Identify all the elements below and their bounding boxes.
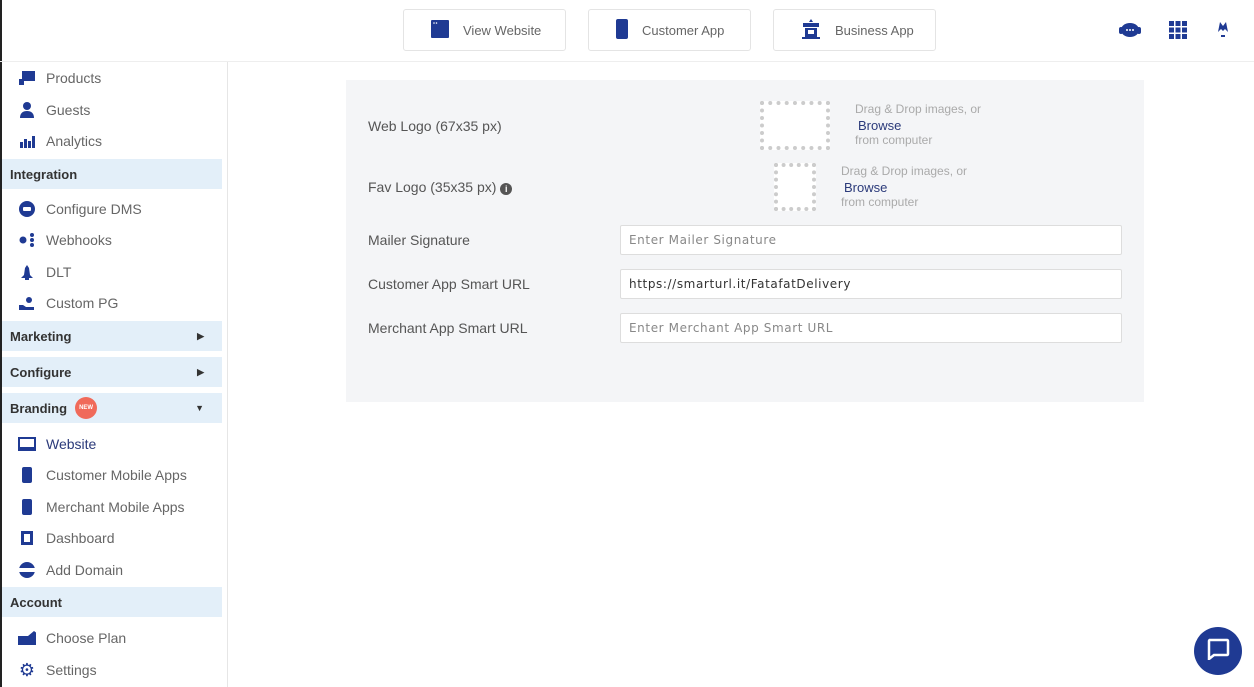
sidebar-section-branding[interactable]: Branding NEW ▼ [2, 393, 222, 423]
sidebar-item-analytics[interactable]: Analytics [2, 126, 222, 156]
globe-www-icon [18, 562, 36, 578]
sidebar-item-merchant-mobile-apps[interactable]: Merchant Mobile Apps [2, 492, 222, 522]
bell-icon [18, 264, 36, 280]
web-logo-browse-link[interactable]: Browse [855, 118, 981, 134]
sidebar-item-dlt[interactable]: DLT [2, 257, 222, 287]
sidebar-item-webhooks[interactable]: Webhooks [2, 225, 222, 255]
products-icon [18, 70, 36, 86]
from-computer-text: from computer [841, 195, 919, 209]
sidebar-item-label: Add Domain [46, 562, 124, 578]
new-badge: NEW [75, 397, 98, 419]
web-logo-upload-text: Drag & Drop images, or Browse from compute… [855, 102, 981, 149]
sidebar: Products Guests Analytics Integration Co… [2, 62, 228, 687]
sidebar-item-customer-mobile-apps[interactable]: Customer Mobile Apps [2, 460, 222, 490]
sidebar-item-label: Webhooks [46, 232, 112, 248]
sidebar-item-label: Customer Mobile Apps [46, 467, 187, 483]
merchant-app-smart-url-input[interactable] [620, 313, 1122, 343]
drop-text: Drag & Drop images, or [855, 102, 982, 116]
branding-form-panel: Web Logo (67x35 px) Drag & Drop images, … [346, 80, 1144, 402]
sidebar-item-label: Custom PG [46, 295, 119, 311]
web-logo-dropzone[interactable] [760, 101, 830, 150]
section-label: Marketing [10, 328, 72, 344]
sidebar-item-label: Analytics [46, 133, 103, 149]
sidebar-item-label: Merchant Mobile Apps [46, 499, 185, 515]
business-app-label: Business App [835, 22, 914, 38]
section-label: Account [10, 594, 62, 610]
sidebar-item-products[interactable]: Products [2, 63, 222, 93]
bar-chart-icon [18, 133, 36, 149]
fav-logo-label: Fav Logo (35x35 px) i [368, 179, 513, 195]
sidebar-item-settings[interactable]: ⚙ Settings [2, 655, 222, 685]
sidebar-item-custom-pg[interactable]: Custom PG [2, 288, 222, 318]
payment-hand-icon [18, 295, 36, 311]
mailer-signature-label: Mailer Signature [368, 232, 470, 248]
fav-logo-text: Fav Logo (35x35 px) [368, 179, 497, 195]
user-icon [18, 102, 36, 118]
sidebar-item-label: Website [46, 436, 97, 452]
dashboard-icon [18, 530, 36, 546]
section-label: Integration [10, 166, 78, 182]
fav-logo-dropzone[interactable] [774, 163, 816, 211]
sidebar-item-add-domain[interactable]: Add Domain [2, 555, 222, 585]
caret-right-icon: ▶ [197, 366, 204, 377]
sidebar-item-dashboard[interactable]: Dashboard [2, 523, 222, 553]
sidebar-item-choose-plan[interactable]: Choose Plan [2, 623, 222, 653]
sidebar-item-website[interactable]: Website [2, 429, 222, 459]
sidebar-item-label: Products [46, 70, 102, 86]
sidebar-item-configure-dms[interactable]: Configure DMS [2, 194, 222, 224]
view-website-button[interactable]: View Website [403, 9, 566, 51]
browser-window-icon [431, 19, 449, 41]
fav-logo-browse-link[interactable]: Browse [841, 180, 967, 196]
customer-app-button[interactable]: Customer App [588, 9, 751, 51]
business-app-button[interactable]: Business App [773, 9, 936, 51]
sidebar-section-account[interactable]: Account [2, 587, 222, 617]
customer-app-label: Customer App [642, 22, 725, 38]
mobile-phone-icon [18, 499, 36, 515]
sidebar-item-label: Settings [46, 662, 97, 678]
plan-icon [18, 630, 36, 646]
sidebar-section-integration[interactable]: Integration [2, 159, 222, 189]
mobile-phone-icon [616, 18, 628, 42]
merchant-app-smart-url-label: Merchant App Smart URL [368, 320, 528, 336]
section-label: Branding [10, 400, 68, 416]
sidebar-item-label: Dashboard [46, 530, 115, 546]
caret-right-icon: ▶ [197, 330, 204, 341]
sidebar-item-label: Configure DMS [46, 201, 142, 217]
chat-widget-button[interactable] [1194, 627, 1242, 675]
drop-text: Drag & Drop images, or [841, 164, 968, 178]
chat-bubble-icon [1206, 638, 1230, 665]
monitor-icon [18, 436, 36, 452]
apps-grid-icon[interactable] [1167, 19, 1189, 41]
gear-icon: ⚙ [18, 659, 36, 680]
storefront-icon [801, 18, 821, 42]
web-logo-label: Web Logo (67x35 px) [368, 118, 502, 134]
webhooks-icon [18, 232, 36, 248]
sidebar-item-label: Choose Plan [46, 630, 127, 646]
sidebar-section-configure[interactable]: Configure ▶ [2, 357, 222, 387]
mailer-signature-input[interactable] [620, 225, 1122, 255]
customer-app-smart-url-input[interactable] [620, 269, 1122, 299]
customer-app-smart-url-label: Customer App Smart URL [368, 276, 530, 292]
caret-down-icon: ▼ [195, 403, 204, 413]
user-profile-icon[interactable] [1212, 19, 1234, 41]
support-headset-icon[interactable] [1119, 19, 1141, 41]
view-website-label: View Website [463, 22, 542, 38]
sidebar-item-label: DLT [46, 264, 72, 280]
sidebar-section-marketing[interactable]: Marketing ▶ [2, 321, 222, 351]
mobile-phone-icon [18, 467, 36, 483]
section-label: Configure [10, 364, 72, 380]
info-icon[interactable]: i [500, 183, 513, 195]
top-bar: View Website Customer App Business App [0, 0, 1254, 62]
dms-icon [18, 201, 36, 217]
sidebar-item-label: Guests [46, 102, 91, 118]
from-computer-text: from computer [855, 133, 933, 147]
fav-logo-upload-text: Drag & Drop images, or Browse from compute… [841, 164, 967, 211]
sidebar-item-guests[interactable]: Guests [2, 95, 222, 125]
